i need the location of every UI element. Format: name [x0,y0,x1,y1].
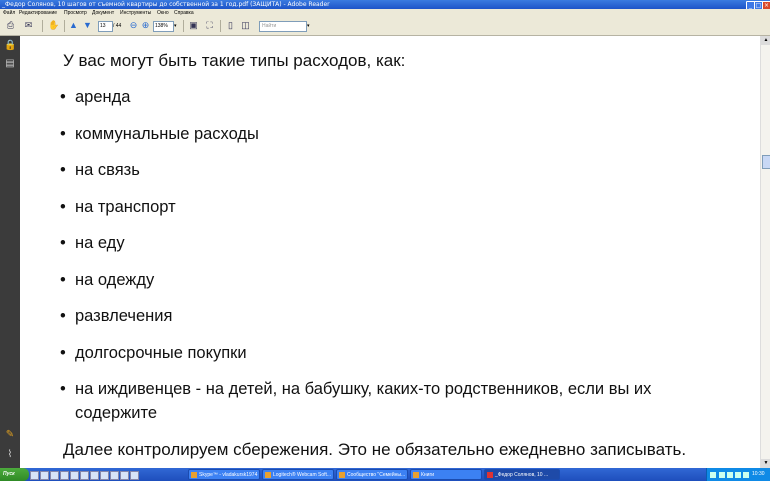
window-title: _Федор Солянов, 10 шагов от съемной квар… [2,1,330,8]
webcam-icon [265,472,271,478]
navigation-panel: 🔒 ▤ ✎ ⌇ [0,36,20,468]
pages-icon[interactable]: ▤ [4,58,16,70]
menu-file[interactable]: Файл [3,9,15,17]
quicklaunch-icon[interactable] [50,471,59,480]
vertical-scrollbar[interactable]: ▲ ▼ [760,36,770,468]
taskbar-item-reader[interactable]: _Федор Солянов, 10 ... [484,469,560,480]
scroll-down-icon[interactable]: ▼ [761,459,770,468]
list-item-text: долгосрочные покупки [75,344,247,362]
single-page-icon[interactable]: ▯ [225,20,236,31]
quicklaunch-icon[interactable] [120,471,129,480]
bullet: • [60,271,66,289]
scroll-up-icon[interactable]: ▲ [761,36,770,45]
zoom-select[interactable]: 138% [153,21,174,32]
tray-icon[interactable] [727,472,733,478]
quicklaunch-icon[interactable] [30,471,39,480]
bullet: • [60,344,66,362]
previous-page-icon[interactable]: ▲ [68,20,79,31]
list-item-text: на одежду [75,271,155,289]
folder-icon [413,472,419,478]
list-item-text: на еду [75,234,125,252]
chevron-down-icon[interactable]: ▾ [307,21,310,31]
volume-icon[interactable] [743,472,749,478]
taskbar: Пуск Skype™ - vladakursk1974 Logitech® W… [0,468,770,481]
list-item-text: коммунальные расходы [75,125,259,143]
list-item-text: на транспорт [75,198,176,216]
quicklaunch-icon[interactable] [110,471,119,480]
hand-icon[interactable]: ✋ [48,20,59,31]
clock: 10:30 [752,471,765,477]
page-number-input[interactable]: 13 [98,21,113,32]
zoom-out-icon[interactable]: ⊖ [128,20,139,31]
quicklaunch-icon[interactable] [80,471,89,480]
chevron-down-icon[interactable]: ▾ [174,21,177,31]
task-label: _Федор Солянов, 10 ... [495,472,549,478]
list-item-text: аренда [75,88,131,106]
bullet: • [60,234,66,252]
list-item-text: содержите [75,404,158,422]
printer-icon[interactable]: ⎙ [5,20,16,31]
bullet: • [60,161,66,179]
lock-icon[interactable]: 🔒 [4,40,16,52]
toolbar-separator [64,20,65,32]
next-page-icon[interactable]: ▼ [82,20,93,31]
comment-icon[interactable]: ✎ [4,429,16,441]
browser-icon [339,472,345,478]
toolbar: ⎙ ✉ ✋ ▲ ▼ 13 / 44 ⊖ ⊕ 138% ▾ ▣ ⛶ ▯ ◫ Най… [0,17,770,36]
bullet: • [60,198,66,216]
fit-page-icon[interactable]: ⛶ [204,20,215,31]
quicklaunch-icon[interactable] [40,471,49,480]
task-label: Skype™ - vladakursk1974 [199,472,258,478]
list-item-text: развлечения [75,307,173,325]
two-page-icon[interactable]: ◫ [240,20,251,31]
task-label: Сообщество "Семейны... [347,472,406,478]
quicklaunch-icon[interactable] [70,471,79,480]
toolbar-separator [220,20,221,32]
menu-edit[interactable]: Редактирование [19,9,57,17]
page-total: / 44 [113,23,122,29]
title-bar: _Федор Солянов, 10 шагов от съемной квар… [0,0,770,10]
taskbar-item-browser[interactable]: Сообщество "Семейны... [336,469,408,480]
save-icon[interactable]: ▣ [188,20,199,31]
bullet: • [60,380,66,398]
toolbar-separator [183,20,184,32]
tray-icon[interactable] [735,472,741,478]
menu-document[interactable]: Документ [92,9,114,17]
start-button[interactable]: Пуск [0,468,29,481]
intro-text: У вас могут быть такие типы расходов, ка… [63,51,406,70]
outro-text: Далее контролируем сбережения. Это не об… [63,440,687,459]
menu-view[interactable]: Просмотр [64,9,87,17]
quicklaunch-icon[interactable] [130,471,139,480]
tray-icon[interactable] [719,472,725,478]
find-input[interactable]: Найти [259,21,307,32]
document-page: У вас могут быть такие типы расходов, ка… [20,36,760,468]
language-icon[interactable] [710,472,716,478]
menu-tools[interactable]: Инструменты [120,9,151,17]
scroll-thumb[interactable] [762,155,770,169]
task-label: Книги [421,472,435,478]
pdf-icon [487,472,493,478]
bullet: • [60,307,66,325]
menu-bar: Файл Редактирование Просмотр Документ Ин… [0,9,770,17]
taskbar-item-skype[interactable]: Skype™ - vladakursk1974 [188,469,260,480]
taskbar-item-logitech[interactable]: Logitech® Webcam Soft... [262,469,334,480]
toolbar-separator [42,20,43,32]
taskbar-item-folder[interactable]: Книги [410,469,482,480]
menu-help[interactable]: Справка [174,9,194,17]
quicklaunch-icon[interactable] [60,471,69,480]
menu-window[interactable]: Окно [157,9,169,17]
attachment-icon[interactable]: ⌇ [4,449,16,461]
list-item-text: на иждивенцев - на детей, на бабушку, ка… [75,380,652,398]
zoom-in-icon[interactable]: ⊕ [140,20,151,31]
bullet: • [60,88,66,106]
quicklaunch-icon[interactable] [100,471,109,480]
list-item-text: на связь [75,161,140,179]
task-label: Logitech® Webcam Soft... [273,472,332,478]
bullet: • [60,125,66,143]
quicklaunch-icon[interactable] [90,471,99,480]
skype-icon [191,472,197,478]
email-icon[interactable]: ✉ [23,20,34,31]
